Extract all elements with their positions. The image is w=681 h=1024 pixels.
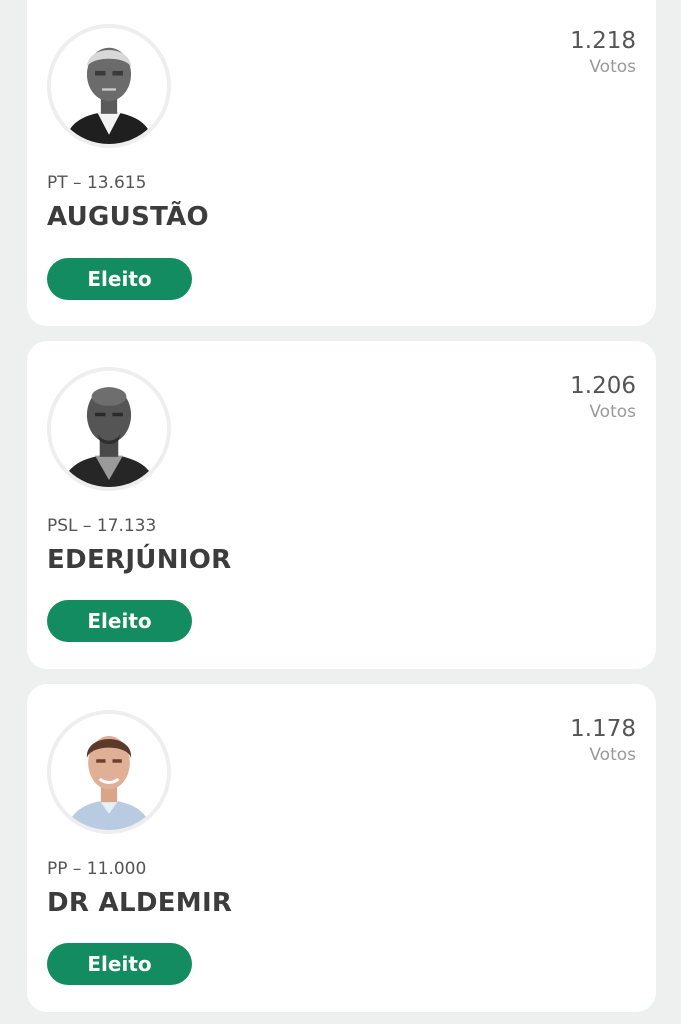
candidate-photo xyxy=(51,714,167,830)
party-number: PSL – 17.133 xyxy=(47,516,157,536)
party-number: PP – 11.000 xyxy=(47,859,147,879)
elected-badge: Eleito xyxy=(47,258,192,300)
candidate-photo xyxy=(51,28,167,144)
candidate-avatar xyxy=(47,24,171,148)
elected-badge: Eleito xyxy=(47,943,192,985)
candidate-name: EDERJÚNIOR xyxy=(47,545,232,575)
votes-block: 1.178 Votos xyxy=(570,714,636,766)
candidate-avatar xyxy=(47,710,171,834)
votes-count: 1.178 xyxy=(570,716,636,742)
votes-count: 1.218 xyxy=(570,28,636,54)
votes-count: 1.206 xyxy=(570,373,636,399)
candidate-avatar xyxy=(47,367,171,491)
candidate-name: AUGUSTÃO xyxy=(47,202,209,232)
elected-badge: Eleito xyxy=(47,600,192,642)
candidate-card[interactable]: 1.206 Votos PSL – 17.133 EDERJÚNIOR Elei… xyxy=(27,341,656,669)
votes-label: Votos xyxy=(589,57,636,77)
votes-block: 1.218 Votos xyxy=(570,26,636,78)
votes-label: Votos xyxy=(589,402,636,422)
votes-block: 1.206 Votos xyxy=(570,371,636,423)
candidate-photo xyxy=(51,371,167,487)
candidate-card[interactable]: 1.218 Votos PT – 13.615 AUGUSTÃO Eleito xyxy=(27,0,656,326)
candidate-name: DR ALDEMIR xyxy=(47,888,233,918)
votes-label: Votos xyxy=(589,745,636,765)
party-number: PT – 13.615 xyxy=(47,173,147,193)
candidate-card[interactable]: 1.178 Votos PP – 11.000 DR ALDEMIR Eleit… xyxy=(27,684,656,1012)
